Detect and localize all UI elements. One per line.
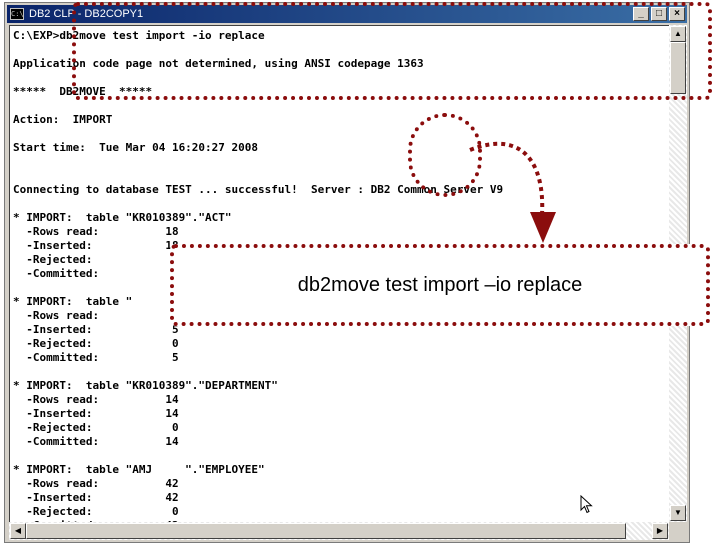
console-line: -Inserted: 42 xyxy=(13,491,179,504)
mouse-pointer-icon xyxy=(580,495,593,514)
console-line: -Rejected: 0 xyxy=(13,421,179,434)
console-line: -Inserted: 14 xyxy=(13,407,179,420)
callout-box: db2move test import –io replace xyxy=(170,244,710,326)
size-grip[interactable] xyxy=(669,522,687,540)
console-line: -Rejected: 0 xyxy=(13,337,179,350)
highlight-circle xyxy=(408,113,482,197)
console-icon[interactable]: C:\ xyxy=(10,8,24,20)
console-line: -Rows read: 14 xyxy=(13,393,179,406)
console-line: * IMPORT: table "AMJ "."EMPLOYEE" xyxy=(13,463,265,476)
console-line: -Committed: 14 xyxy=(13,435,179,448)
console-line: -Rejected: 0 xyxy=(13,505,179,518)
console-line: -Committed: 5 xyxy=(13,351,179,364)
horizontal-scroll-thumb[interactable] xyxy=(26,523,626,539)
console-line: -Rows read: 42 xyxy=(13,477,179,490)
scroll-left-arrow-icon[interactable]: ◀ xyxy=(10,523,26,539)
console-line: -Rows read: 18 xyxy=(13,225,179,238)
scroll-right-arrow-icon[interactable]: ▶ xyxy=(652,523,668,539)
scroll-down-arrow-icon[interactable]: ▼ xyxy=(670,505,686,521)
console-line: * IMPORT: table "KR010389"."DEPARTMENT" xyxy=(13,379,278,392)
callout-text: db2move test import –io replace xyxy=(297,273,583,296)
console-line: * IMPORT: table "KR010389"."ACT" xyxy=(13,211,232,224)
horizontal-scrollbar[interactable]: ◀ ▶ xyxy=(9,522,669,540)
command-highlight-box xyxy=(72,2,712,100)
